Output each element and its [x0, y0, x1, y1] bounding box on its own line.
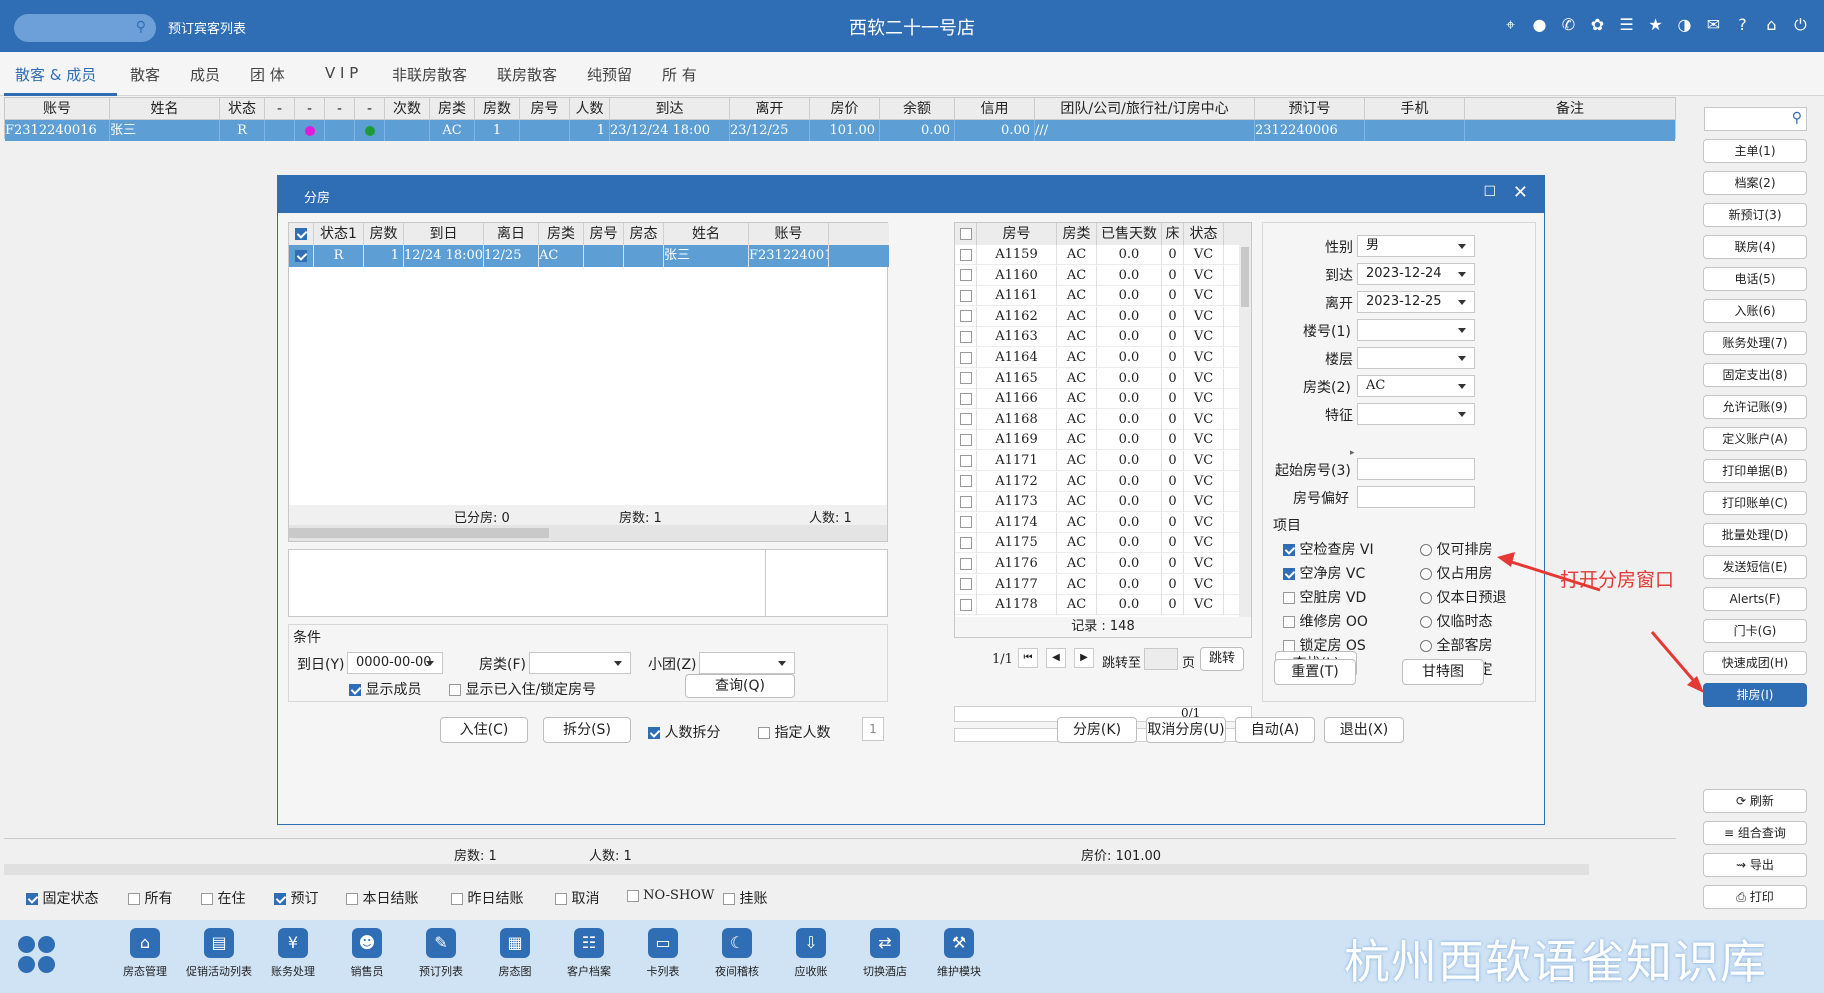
receivable-icon: ⇩	[796, 928, 826, 958]
no-show-checkbox[interactable]	[627, 889, 639, 902]
receivable-module[interactable]: ⇩ 应收账	[776, 928, 846, 979]
reserved-checkbox[interactable]	[274, 893, 286, 905]
status-bar: 房数: 1 人数: 1 房价: 101.00	[4, 838, 1676, 866]
maintenance-module[interactable]: ⚒ 维护模块	[924, 928, 994, 979]
on-account-checkbox[interactable]	[723, 893, 735, 905]
checkout-today-checkbox[interactable]	[346, 893, 358, 905]
billing-icon: ¥	[278, 928, 308, 958]
customer-file-icon: ☷	[574, 928, 604, 958]
card-icon: ▭	[648, 928, 678, 958]
salesman-module[interactable]: ☻ 销售员	[332, 928, 402, 979]
room-map-module[interactable]: ▦ 房态图	[480, 928, 550, 979]
switch-hotel-icon: ⇄	[870, 928, 900, 958]
booking-list-icon: ✎	[426, 928, 456, 958]
house-icon: ⌂	[130, 928, 160, 958]
room-status-module[interactable]: ⌂ 房态管理	[110, 928, 180, 979]
maintenance-icon: ⚒	[944, 928, 974, 958]
salesman-icon: ☻	[352, 928, 382, 958]
room-map-icon: ▦	[500, 928, 530, 958]
card-list-module[interactable]: ▭ 卡列表	[628, 928, 698, 979]
billing-module[interactable]: ¥ 账务处理	[258, 928, 328, 979]
switch-hotel-module[interactable]: ⇄ 切换酒店	[850, 928, 920, 979]
promotion-module[interactable]: ▤ 促销活动列表	[184, 928, 254, 979]
app-logo-icon[interactable]	[18, 936, 56, 974]
night-audit-module[interactable]: ☾ 夜间稽核	[702, 928, 772, 979]
watermark-text: 杭州西软语雀知识库	[1344, 935, 1767, 989]
cancelled-checkbox[interactable]	[555, 893, 567, 905]
checkout-yesterday-checkbox[interactable]	[451, 893, 463, 905]
calendar-icon: ▤	[204, 928, 234, 958]
booking-list-module[interactable]: ✎ 预订列表	[406, 928, 476, 979]
all-checkbox[interactable]	[128, 893, 140, 905]
in-house-checkbox[interactable]	[201, 893, 213, 905]
night-audit-icon: ☾	[722, 928, 752, 958]
fixed-status-checkbox[interactable]	[26, 893, 38, 905]
status-filters: 固定状态 所有 在住 预订 本日结账 昨日结账 取消 NO-SHOW 挂账	[0, 875, 1682, 920]
customer-file-module[interactable]: ☷ 客户档案	[554, 928, 624, 979]
